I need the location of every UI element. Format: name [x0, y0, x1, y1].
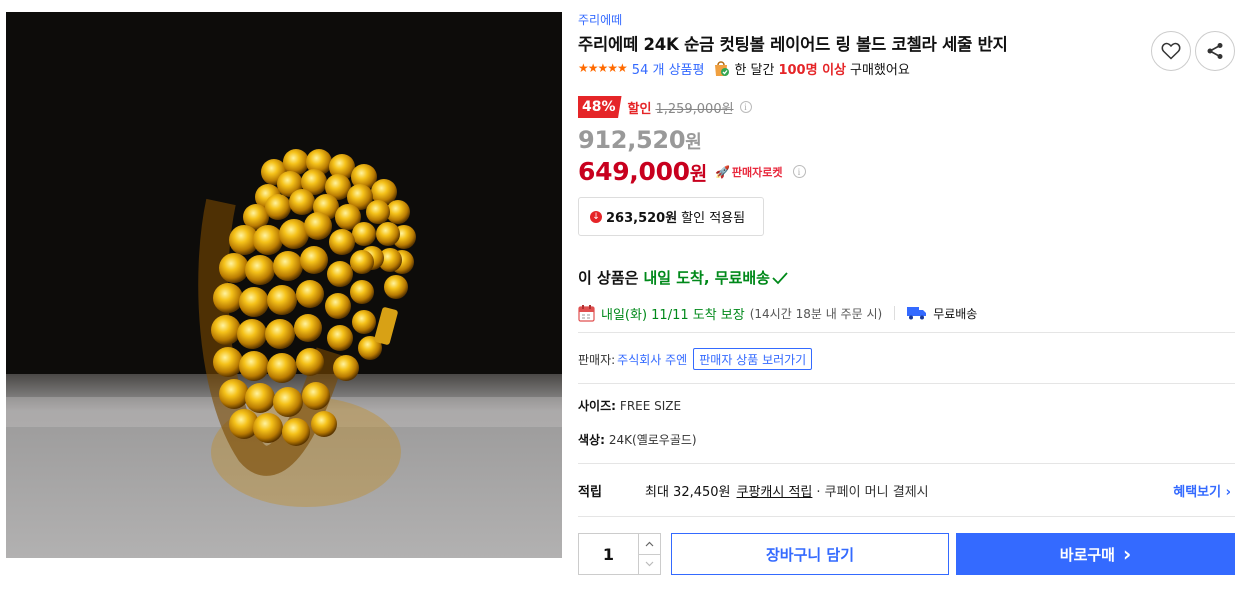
final-price-currency: 원: [689, 163, 707, 185]
seller-row: 판매자: 주식회사 주엔 판매자 상품 보러가기: [578, 347, 813, 371]
divider: [894, 306, 896, 320]
product-image: [6, 12, 562, 558]
chevron-up-icon: [645, 541, 654, 547]
size-label: 사이즈:: [578, 399, 616, 413]
seller-label: 판매자:: [578, 352, 616, 367]
add-to-cart-button[interactable]: 장바구니 담기: [671, 533, 949, 575]
gold-coil-ring-photo: [6, 12, 562, 558]
original-price: 1,259,000원: [655, 101, 734, 117]
rocket-icon: 🚀: [714, 164, 730, 179]
star-rating-icon: ★★★★★: [578, 61, 628, 75]
color-label: 색상:: [578, 433, 605, 447]
quantity-step-buttons: [638, 534, 660, 574]
chevron-down-icon: [645, 561, 654, 567]
discount-rate-badge: 48%: [578, 96, 622, 118]
points-row: 적립 최대 32,450원 쿠팡캐시 적립 · 쿠페이 머니 결제시 혜택보기 …: [578, 480, 1235, 500]
sold-count: 100명 이상: [778, 62, 847, 78]
seller-rocket-label: 판매자로켓: [731, 165, 783, 179]
shopping-bag-icon: [712, 59, 730, 77]
delivery-headline-highlight: 내일 도착, 무료배송: [643, 269, 770, 287]
discount-label: 할인: [627, 101, 652, 117]
arrow-down-icon: ↓: [590, 210, 602, 223]
divider: [578, 516, 1235, 517]
color-option: 색상: 24K(옐로우골드): [578, 431, 697, 448]
discount-applied-box: ↓ 263,520원 할인 적용됨: [578, 197, 764, 236]
final-price: 649,000원: [578, 157, 707, 186]
rating-row: ★★★★★ 54 개 상품평 한 달간 100명 이상 구매했어요: [578, 59, 910, 78]
sale-price-value: 912,520: [578, 126, 686, 154]
quantity-input[interactable]: [579, 534, 638, 574]
brand-link[interactable]: 주리에떼: [578, 11, 622, 28]
delivery-headline-prefix: 이 상품은: [578, 269, 639, 287]
applied-discount-amount: 263,520원: [606, 211, 678, 226]
delivery-truck-icon: [907, 306, 927, 320]
seller-products-button[interactable]: 판매자 상품 보러가기: [693, 348, 813, 370]
buy-now-label: 바로구매: [1059, 545, 1115, 564]
review-count-link[interactable]: 54 개 상품평: [632, 59, 705, 78]
divider: [578, 383, 1235, 384]
delivery-headline: 이 상품은 내일 도착, 무료배송: [578, 267, 788, 288]
divider: [578, 332, 1235, 333]
product-title: 주리에떼 24K 순금 컷팅볼 레이어드 링 볼드 코첼라 세줄 반지: [578, 35, 1008, 54]
sold-suffix: 구매했어요: [850, 62, 910, 78]
share-button[interactable]: [1195, 31, 1235, 71]
seller-rocket-badge: 🚀 판매자로켓: [715, 164, 783, 180]
checkmark-icon: [772, 271, 788, 284]
final-price-row: 649,000원 🚀 판매자로켓 i: [578, 157, 806, 186]
delivery-date: 내일(화) 11/11 도착 보장: [601, 307, 745, 323]
heart-icon: [1161, 42, 1181, 60]
share-icon: [1207, 43, 1223, 59]
sale-price-currency: 원: [685, 132, 702, 153]
decrease-quantity-button[interactable]: [639, 553, 660, 575]
final-price-value: 649,000: [578, 157, 690, 186]
size-value: FREE SIZE: [619, 399, 682, 413]
size-option: 사이즈: FREE SIZE: [578, 397, 681, 414]
color-value: 24K(옐로우골드): [608, 433, 697, 447]
quantity-stepper: [578, 533, 661, 575]
discount-row: 48% 할인 1,259,000원 i: [578, 96, 752, 118]
order-deadline: (14시간 18분 내 주문 시): [749, 306, 883, 321]
rocket-info-icon[interactable]: i: [792, 165, 806, 178]
wishlist-button[interactable]: [1151, 31, 1191, 71]
divider: [578, 463, 1235, 464]
sold-prefix: 한 달간: [734, 62, 775, 78]
buy-now-button[interactable]: 바로구매 ›: [956, 533, 1235, 575]
product-info-panel: 주리에떼 주리에떼 24K 순금 컷팅볼 레이어드 링 볼드 코첼라 세줄 반지…: [578, 0, 1235, 589]
free-shipping-label: 무료배송: [933, 306, 978, 321]
coupang-cash-link[interactable]: 쿠팡캐시 적립: [737, 481, 813, 500]
seller-name-link[interactable]: 주식회사 주엔: [617, 351, 687, 368]
delivery-eta-row: 내일(화) 11/11 도착 보장 (14시간 18분 내 주문 시) 무료배송: [578, 303, 977, 323]
points-amount: 최대 32,450원: [645, 484, 731, 500]
price-info-icon[interactable]: i: [739, 101, 752, 113]
sale-price: 912,520원: [578, 126, 702, 154]
points-condition: · 쿠페이 머니 결제시: [816, 484, 929, 500]
calendar-icon: [578, 304, 595, 322]
chevron-right-icon: ›: [1122, 542, 1132, 566]
increase-quantity-button[interactable]: [639, 534, 660, 554]
benefits-button[interactable]: 혜택보기 ›: [1173, 481, 1231, 500]
applied-discount-text: 할인 적용됨: [681, 211, 746, 226]
points-label: 적립: [578, 484, 602, 500]
